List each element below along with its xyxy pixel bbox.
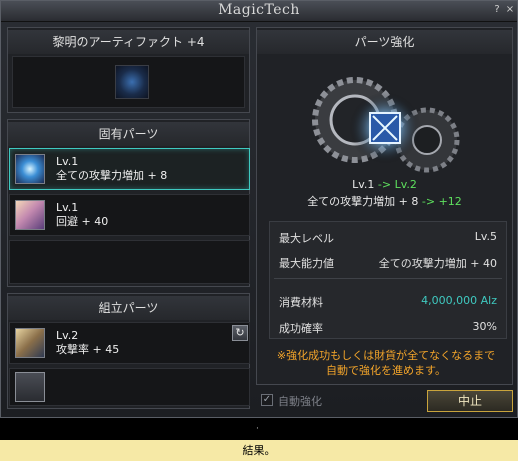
stop-button[interactable]: 中止 — [427, 390, 513, 412]
artifact-icon — [115, 65, 149, 99]
result-text: 結果。 — [242, 444, 276, 457]
stat-label: 消費材料 — [279, 296, 323, 309]
evasion-figure-icon — [15, 200, 45, 230]
artifact-panel: 黎明のアーティファクト +4 — [7, 27, 250, 113]
level-from: Lv.1 — [352, 178, 375, 191]
assembly-part-slot-1[interactable]: Lv.2 攻撃率 + 45 ↻ — [9, 322, 250, 364]
unique-parts-title: 固有パーツ — [8, 122, 249, 146]
unique-part-slot-empty[interactable] — [9, 240, 250, 284]
part-level: Lv.1 — [56, 201, 79, 214]
level-arrow: -> — [377, 178, 392, 191]
stat-value: 4,000,000 Alz — [421, 294, 497, 307]
enhance-title: パーツ強化 — [257, 30, 512, 54]
close-button[interactable]: × — [504, 4, 516, 16]
stat-arrow: -> — [421, 195, 436, 208]
part-stat: 全ての攻撃力増加 + 8 — [56, 169, 168, 182]
part-level: Lv.2 — [56, 329, 79, 342]
artifact-slot[interactable] — [12, 56, 245, 108]
assembly-parts-panel: 組立パーツ Lv.2 攻撃率 + 45 ↻ — [7, 293, 250, 409]
window-title: MagicTech — [218, 2, 300, 18]
part-stat: 攻撃率 + 45 — [56, 343, 120, 356]
stat-current: 全ての攻撃力増加 + 8 — [307, 195, 419, 208]
auto-note-line-2: 自動で強化を進めます。 — [326, 364, 446, 377]
help-button[interactable]: ? — [491, 4, 503, 16]
stat-label: 最大能力値 — [279, 257, 334, 270]
empty-part-slot[interactable] — [15, 372, 45, 402]
check-icon: ✓ — [262, 394, 272, 405]
title-bar[interactable]: MagicTech ? × — [1, 1, 517, 22]
assembly-part-slot-empty[interactable] — [9, 368, 250, 406]
stat-label: 成功確率 — [279, 322, 323, 335]
warrior-figure-icon — [15, 328, 45, 358]
stat-value: 30% — [472, 320, 497, 333]
refresh-icon[interactable]: ↻ — [232, 325, 248, 341]
auto-enhance-checkbox[interactable]: ✓ — [261, 394, 273, 406]
level-change: Lv.1 -> Lv.2 — [257, 178, 512, 191]
stat-value: 全ての攻撃力増加 + 40 — [378, 257, 497, 270]
part-stat: 回避 + 40 — [56, 215, 109, 228]
assembly-parts-title: 組立パーツ — [8, 296, 249, 320]
divider — [274, 278, 502, 279]
artifact-title: 黎明のアーティファクト +4 — [8, 30, 249, 54]
unique-parts-panel: 固有パーツ Lv.1 全ての攻撃力増加 + 8 Lv.1 回避 + 40 — [7, 119, 250, 287]
unique-part-slot-2[interactable]: Lv.1 回避 + 40 — [9, 194, 250, 236]
center-dot: · — [256, 424, 259, 434]
stat-change: 全ての攻撃力増加 + 8 -> +12 — [257, 193, 512, 209]
part-level: Lv.1 — [56, 155, 79, 168]
unique-part-slot-1[interactable]: Lv.1 全ての攻撃力増加 + 8 — [9, 148, 250, 190]
stat-label: 最大レベル — [279, 232, 334, 245]
stat-next: +12 — [438, 195, 462, 208]
auto-note-line-1: ※強化成功もしくは財貨が全てなくなるまで — [276, 349, 496, 362]
stat-value: Lv.5 — [474, 230, 497, 243]
auto-enhance-label: 自動強化 — [278, 395, 322, 408]
magictech-window: MagicTech ? × 黎明のアーティファクト +4 固有パーツ Lv.1 … — [0, 0, 518, 418]
level-to: Lv.2 — [394, 178, 417, 191]
gear-artwork-icon — [312, 77, 460, 173]
result-bar: 結果。 — [0, 440, 518, 461]
crossed-blades-icon — [15, 154, 45, 184]
